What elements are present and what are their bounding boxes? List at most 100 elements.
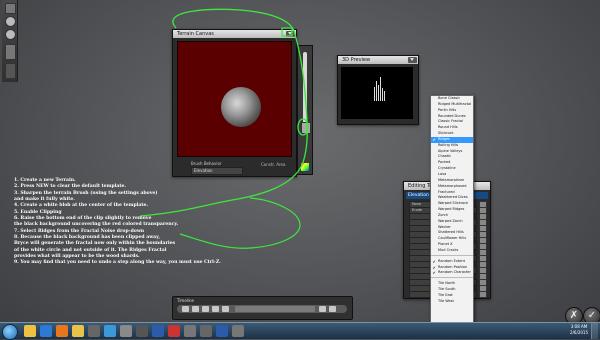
- left-toolbar: [2, 0, 18, 82]
- app-icon[interactable]: [232, 325, 244, 337]
- dropdown-item-label: Tile South: [438, 287, 456, 292]
- color-picker-icon[interactable]: [301, 163, 309, 171]
- dropdown-item-label: Random Character: [438, 270, 471, 275]
- dropdown-item-label: Rolling Hills: [438, 142, 459, 147]
- app-icon[interactable]: [184, 325, 196, 337]
- 3d-preview-view[interactable]: [341, 67, 413, 119]
- dropdown-item-label: Slickrock: [438, 131, 454, 136]
- keyframe-add-icon[interactable]: [319, 306, 326, 312]
- dropdown-item[interactable]: Mud Cracks: [431, 248, 473, 254]
- dropdown-item-label: Bone Classic: [438, 96, 461, 100]
- 3d-preview-panel: 3D Preview: [337, 55, 419, 125]
- app-icon[interactable]: [200, 325, 212, 337]
- bryce-icon[interactable]: [120, 325, 132, 337]
- preview-spike: [380, 77, 381, 101]
- dropdown-item-label: Random Extent: [438, 258, 466, 263]
- clipping-knob[interactable]: [301, 122, 311, 134]
- folder-icon[interactable]: [72, 325, 84, 337]
- preview-spike: [384, 91, 385, 101]
- brush-behavior-label: Brush Behavior: [191, 161, 222, 166]
- dropdown-item-label: Pocked: [438, 160, 451, 165]
- clock-date: 2/6/2015: [570, 330, 588, 335]
- dropdown-item-label: Lava: [438, 171, 447, 176]
- dropdown-item-label: Warped Slickrock: [438, 201, 469, 206]
- dropdown-item-label: Wecker: [438, 224, 451, 229]
- tool-sphere-icon[interactable]: [5, 16, 16, 27]
- dropdown-item-label: Rounded Dunes: [438, 113, 466, 118]
- preview-spike: [376, 81, 377, 101]
- checkmark-icon: ✔: [432, 270, 436, 276]
- preview-spike: [378, 85, 379, 101]
- prev-frame-icon[interactable]: [192, 306, 199, 312]
- instructions-text: 1. Create a new Terrain. 2. Press NEW to …: [14, 178, 314, 267]
- dropdown-item-label: Chaotic: [438, 154, 452, 159]
- fast-forward-icon[interactable]: [222, 306, 229, 312]
- dropdown-item-label: Metamorphism: [438, 177, 465, 182]
- dropdown-item-label: Warped Zorch: [438, 218, 463, 223]
- dropdown-item-label: Alpine Valleys: [438, 148, 463, 153]
- timeline-panel: Timeline: [172, 296, 353, 320]
- tool-square-icon[interactable]: [5, 3, 16, 14]
- panel-title: Terrain Canvas: [173, 30, 296, 38]
- dropdown-item-label: Classic Fractal: [438, 119, 463, 124]
- preview-spike: [382, 88, 383, 101]
- dropdown-item-label: Ridges: [438, 136, 450, 141]
- dropdown-item-label: Tile East: [438, 293, 453, 297]
- play-icon[interactable]: [202, 306, 209, 312]
- tool-slider-icon[interactable]: [5, 44, 16, 60]
- terrain-canvas[interactable]: [177, 41, 292, 157]
- keyframe-remove-icon[interactable]: [329, 306, 336, 312]
- dropdown-item-label: Planet X: [438, 242, 453, 247]
- clock[interactable]: 3:08 AM 2/6/2015: [570, 324, 588, 336]
- dropdown-item[interactable]: ✔ Random Character: [431, 270, 473, 276]
- timeline-title: Timeline: [177, 298, 195, 303]
- taskbar: 3:08 AM 2/6/2015: [0, 322, 600, 340]
- timeline-strip[interactable]: [177, 305, 347, 313]
- media-icon[interactable]: [40, 325, 52, 337]
- paint-icon[interactable]: [168, 325, 180, 337]
- editing-tool-knob[interactable]: [479, 291, 487, 298]
- clipping-track[interactable]: [303, 52, 307, 124]
- brush-behavior-select[interactable]: Elevation: [191, 167, 243, 175]
- tool-sphere-icon[interactable]: [5, 29, 16, 40]
- dropdown-item-label: Tile West: [438, 298, 454, 303]
- show-desktop-button[interactable]: [591, 323, 598, 339]
- rewind-icon[interactable]: [182, 306, 189, 312]
- constrain-label[interactable]: Constr. Area: [261, 162, 285, 167]
- tool-panel-icon[interactable]: [5, 63, 16, 79]
- dropdown-item-label: Warped Ridges: [438, 207, 465, 212]
- app-icon[interactable]: [88, 325, 100, 337]
- dropdown-item-label: Weathered Dices: [438, 195, 468, 200]
- system-tray: 3:08 AM 2/6/2015: [478, 323, 598, 339]
- dropdown-item-label: Metamorphosed: [438, 183, 467, 188]
- instruction-line: 9. You may find that you need to undo a …: [14, 260, 221, 266]
- terrain-canvas-panel: Terrain Canvas Brush Behavior Elevation …: [172, 29, 297, 177]
- dropdown-item-label: Perlin Hills: [438, 107, 457, 112]
- word-icon[interactable]: [152, 325, 164, 337]
- browser-icon[interactable]: [104, 325, 116, 337]
- word-icon[interactable]: [216, 325, 228, 337]
- dropdown-item-label: Cauliflower Hills: [438, 236, 467, 241]
- dropdown-item-label: Tile North: [438, 281, 456, 286]
- next-frame-icon[interactable]: [212, 306, 219, 312]
- dropdown-item-label: Crystaline: [438, 166, 456, 171]
- terrain-blob: [221, 87, 261, 127]
- dropdown-item-label: Shattered Hills: [438, 230, 464, 235]
- dropdown-item-label: Zorch: [438, 212, 449, 217]
- panel-menu-icon[interactable]: [286, 31, 295, 37]
- panel-menu-icon[interactable]: [408, 57, 417, 63]
- dropdown-item-label: Round Hills: [438, 125, 458, 130]
- dropdown-item[interactable]: Tile West: [431, 299, 473, 305]
- preview-spike: [374, 87, 375, 101]
- fractal-noise-dropdown[interactable]: Bone Classic Ridged Multifractal Perlin Hi…: [430, 95, 474, 330]
- explorer-icon[interactable]: [24, 325, 36, 337]
- panel-title: 3D Preview: [338, 56, 418, 64]
- app-icon[interactable]: [136, 325, 148, 337]
- dropdown-item-label: Random Position: [438, 264, 468, 269]
- dropdown-item-label: Mud Cracks: [438, 247, 459, 252]
- clipping-slider-panel: [297, 45, 313, 175]
- dropdown-item-label: Ridged Multifractal: [438, 101, 472, 106]
- dropdown-item-label: Fractured: [438, 189, 455, 194]
- timeline-scrubber[interactable]: [235, 306, 315, 312]
- firefox-icon[interactable]: [56, 325, 68, 337]
